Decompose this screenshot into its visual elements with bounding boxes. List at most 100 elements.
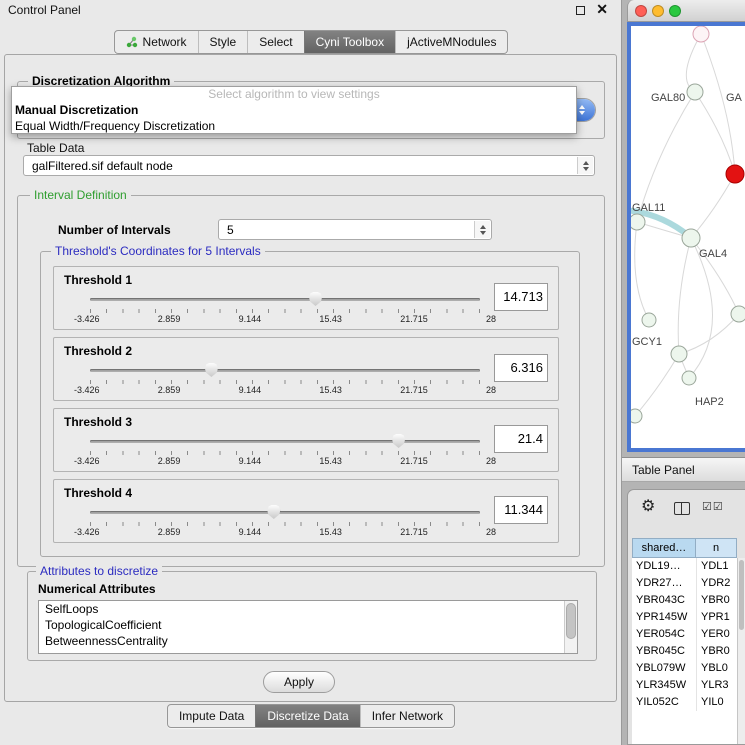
select-columns-icons[interactable]: ☑☑ bbox=[702, 500, 724, 513]
stepper-icon[interactable] bbox=[474, 221, 490, 238]
scrollbar-thumb[interactable] bbox=[739, 560, 744, 630]
network-node[interactable] bbox=[682, 229, 700, 247]
table-cell[interactable]: YBL079W bbox=[632, 660, 696, 677]
threshold-value-field[interactable]: 11.344 bbox=[494, 496, 548, 524]
slider-track[interactable] bbox=[90, 511, 480, 514]
table-cell[interactable]: YER0 bbox=[696, 626, 737, 643]
network-node[interactable] bbox=[642, 313, 656, 327]
selected-network-node[interactable] bbox=[726, 165, 744, 183]
stepper-icon[interactable] bbox=[577, 157, 593, 174]
list-item[interactable]: TopologicalCoefficient bbox=[39, 617, 577, 633]
arrow-down-icon bbox=[579, 111, 585, 115]
slider-track[interactable] bbox=[90, 298, 480, 301]
network-node[interactable] bbox=[671, 346, 687, 362]
list-scrollbar[interactable] bbox=[564, 601, 577, 653]
scale-label: 2.859 bbox=[158, 456, 181, 466]
table-row[interactable]: YBR045C YBR0 bbox=[632, 643, 737, 660]
table-cell[interactable]: YBR0 bbox=[696, 592, 737, 609]
gear-icon[interactable]: ⚙ bbox=[641, 499, 655, 515]
table-cell[interactable]: YBR0 bbox=[696, 643, 737, 660]
slider-thumb[interactable] bbox=[205, 363, 218, 377]
slider-track[interactable] bbox=[90, 369, 480, 372]
column-header-shared-name[interactable]: shared… bbox=[632, 538, 696, 558]
table-cell[interactable]: YBL0 bbox=[696, 660, 737, 677]
scale-label: 28 bbox=[486, 527, 496, 537]
scale-label: 9.144 bbox=[239, 456, 262, 466]
threshold-slider[interactable] bbox=[90, 291, 480, 307]
network-node[interactable] bbox=[631, 409, 642, 423]
slider-scale: -3.426 2.859 9.144 15.43 21.715 28 bbox=[74, 456, 496, 466]
network-canvas[interactable]: GAL80 GA GAL11 GAL4 GCY1 HAP2 bbox=[627, 22, 745, 452]
slider-thumb[interactable] bbox=[309, 292, 322, 306]
network-node[interactable] bbox=[731, 306, 745, 322]
algorithm-option[interactable]: Equal Width/Frequency Discretization bbox=[12, 118, 576, 134]
table-cell[interactable]: YDR27… bbox=[632, 575, 696, 592]
table-data-select[interactable]: galFiltered.sif default node bbox=[23, 155, 595, 176]
threshold-value-field[interactable]: 6.316 bbox=[494, 354, 548, 382]
close-traffic-light[interactable] bbox=[635, 5, 647, 17]
num-intervals-select[interactable]: 5 bbox=[218, 219, 492, 240]
threshold-value-field[interactable]: 21.4 bbox=[494, 425, 548, 453]
scale-label: 21.715 bbox=[400, 314, 428, 324]
threshold-value-field[interactable]: 14.713 bbox=[494, 283, 548, 311]
list-item[interactable]: BetweennessCentrality bbox=[39, 633, 577, 649]
float-window-icon[interactable] bbox=[576, 6, 585, 15]
table-row[interactable]: YLR345W YLR3 bbox=[632, 677, 737, 694]
table-cell[interactable]: YIL052C bbox=[632, 694, 696, 711]
tab-discretize-data[interactable]: Discretize Data bbox=[255, 705, 359, 727]
slider-thumb[interactable] bbox=[392, 434, 405, 448]
slider-thumb[interactable] bbox=[267, 505, 280, 519]
table-cell[interactable]: YPR145W bbox=[632, 609, 696, 626]
table-row[interactable]: YDL19… YDL1 bbox=[632, 558, 737, 575]
panel-title: Control Panel bbox=[8, 3, 81, 17]
close-icon[interactable]: ✕ bbox=[596, 1, 608, 17]
arrow-up-icon bbox=[579, 105, 585, 109]
tab-network[interactable]: Network bbox=[115, 31, 198, 53]
tab-jactivemnodules[interactable]: jActiveMNodules bbox=[395, 31, 507, 53]
table-row[interactable]: YIL052C YIL0 bbox=[632, 694, 737, 711]
table-row[interactable]: YER054C YER0 bbox=[632, 626, 737, 643]
arrow-down-icon bbox=[583, 167, 589, 171]
table-cell[interactable]: YLR345W bbox=[632, 677, 696, 694]
table-cell[interactable]: YLR3 bbox=[696, 677, 737, 694]
threshold-slider[interactable] bbox=[90, 433, 480, 449]
table-row[interactable]: YBL079W YBL0 bbox=[632, 660, 737, 677]
table-cell[interactable]: YDL19… bbox=[632, 558, 696, 575]
network-node[interactable] bbox=[693, 26, 709, 42]
table-row[interactable]: YDR27… YDR2 bbox=[632, 575, 737, 592]
columns-icon[interactable] bbox=[674, 502, 690, 515]
table-cell[interactable]: YPR1 bbox=[696, 609, 737, 626]
tab-style[interactable]: Style bbox=[198, 31, 248, 53]
table-cell[interactable]: YIL0 bbox=[696, 694, 737, 711]
network-node[interactable] bbox=[687, 84, 703, 100]
tab-impute-data[interactable]: Impute Data bbox=[168, 705, 255, 727]
list-item[interactable]: SelfLoops bbox=[39, 601, 577, 617]
table-row[interactable]: YPR145W YPR1 bbox=[632, 609, 737, 626]
table-cell[interactable]: YDR2 bbox=[696, 575, 737, 592]
network-node[interactable] bbox=[631, 214, 645, 230]
scrollbar-thumb[interactable] bbox=[566, 603, 576, 639]
table-cell[interactable]: YBR043C bbox=[632, 592, 696, 609]
thresholds-group: Threshold's Coordinates for 5 Intervals … bbox=[40, 251, 580, 557]
apply-button[interactable]: Apply bbox=[263, 671, 335, 693]
slider-ticks bbox=[90, 380, 480, 384]
tab-infer-network[interactable]: Infer Network bbox=[360, 705, 454, 727]
network-node[interactable] bbox=[682, 371, 696, 385]
scale-label: 2.859 bbox=[158, 527, 181, 537]
slider-track[interactable] bbox=[90, 440, 480, 443]
column-header-name[interactable]: n bbox=[696, 538, 737, 558]
tab-select[interactable]: Select bbox=[247, 31, 303, 53]
table-row[interactable]: YBR043C YBR0 bbox=[632, 592, 737, 609]
table-cell[interactable]: YDL1 bbox=[696, 558, 737, 575]
algorithm-option[interactable]: Manual Discretization bbox=[12, 102, 576, 118]
minimize-traffic-light[interactable] bbox=[652, 5, 664, 17]
zoom-traffic-light[interactable] bbox=[669, 5, 681, 17]
threshold-slider[interactable] bbox=[90, 504, 480, 520]
table-scrollbar[interactable] bbox=[737, 558, 745, 744]
bottom-tab-bar: Impute Data Discretize Data Infer Networ… bbox=[0, 704, 622, 728]
threshold-slider[interactable] bbox=[90, 362, 480, 378]
table-cell[interactable]: YBR045C bbox=[632, 643, 696, 660]
table-cell[interactable]: YER054C bbox=[632, 626, 696, 643]
threshold-label: Threshold 1 bbox=[64, 273, 132, 287]
tab-cyni-toolbox[interactable]: Cyni Toolbox bbox=[304, 31, 395, 53]
